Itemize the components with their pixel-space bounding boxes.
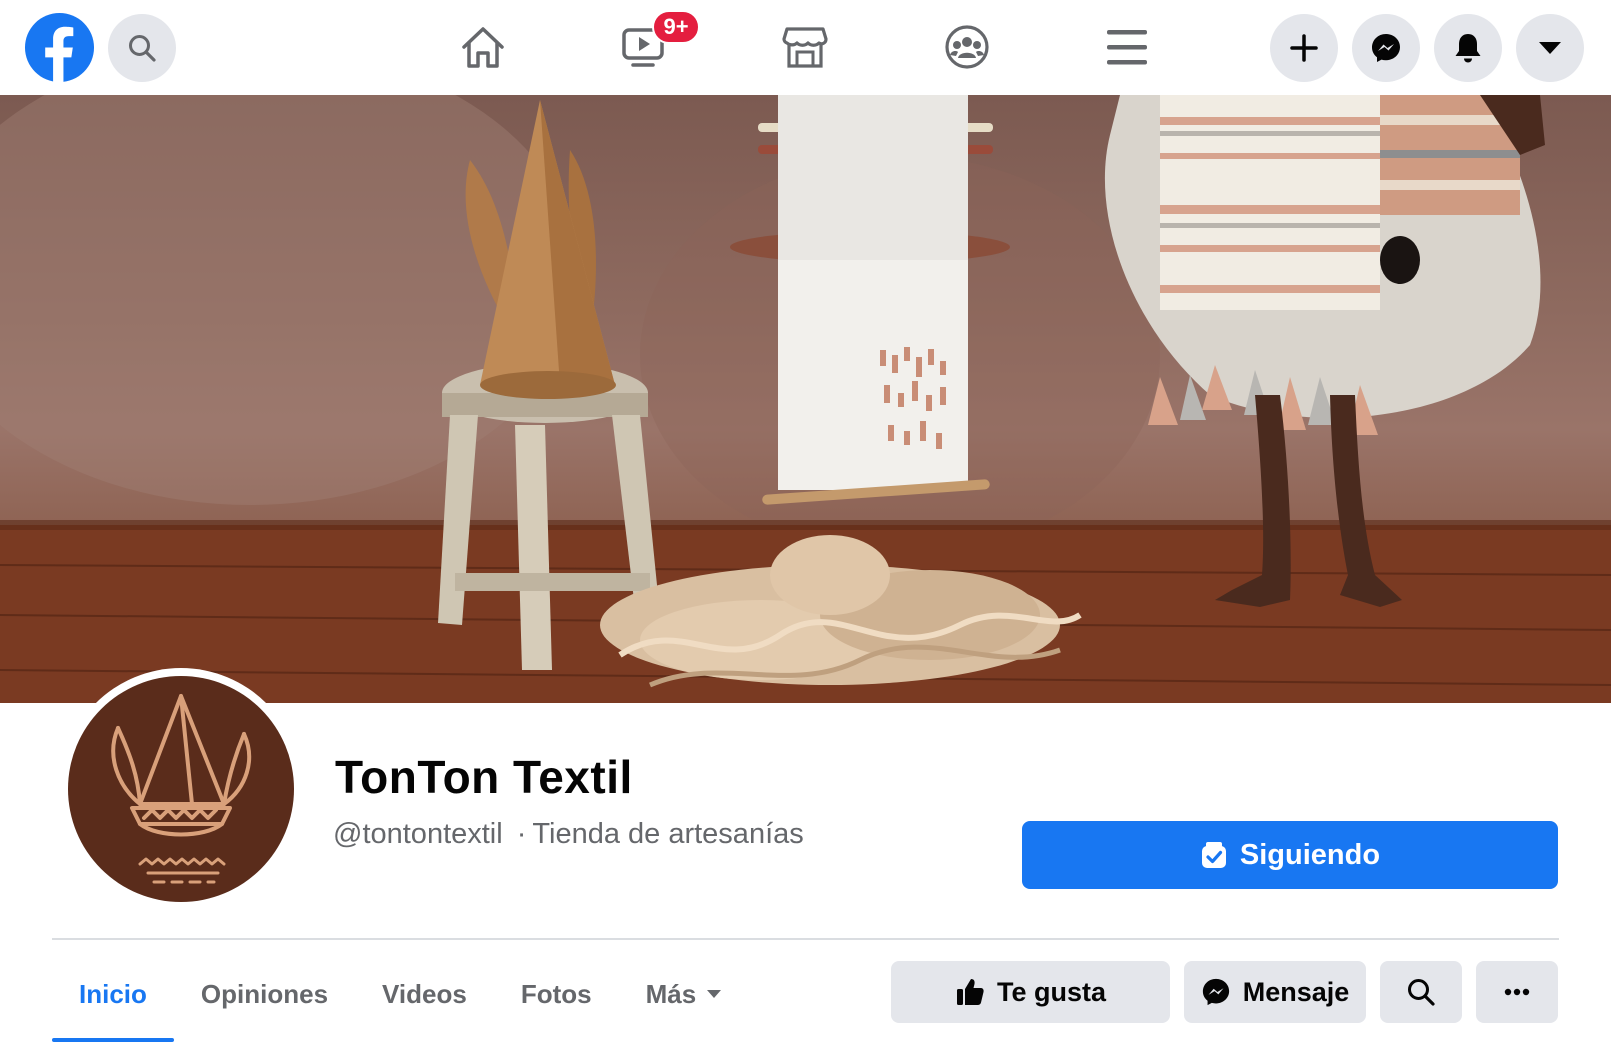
profile-picture bbox=[68, 676, 294, 902]
top-navigation-bar: 9+ bbox=[0, 0, 1611, 95]
section-divider bbox=[52, 938, 1559, 940]
page-search-button[interactable] bbox=[1380, 961, 1462, 1023]
home-icon bbox=[462, 27, 504, 68]
plus-icon bbox=[1290, 34, 1318, 62]
following-button[interactable]: Siguiendo bbox=[1022, 821, 1558, 889]
notification-badge: 9+ bbox=[652, 10, 700, 44]
tab-opiniones[interactable]: Opiniones bbox=[174, 960, 355, 1028]
bell-icon bbox=[1455, 34, 1481, 63]
search-icon bbox=[1408, 979, 1435, 1006]
messenger-icon bbox=[1372, 34, 1400, 62]
page-subtitle: @tontontextil · Tienda de artesanías bbox=[333, 818, 804, 851]
nav-menu[interactable] bbox=[1102, 22, 1152, 72]
page-title: TonTon Textil bbox=[335, 751, 633, 803]
tab-label: Más bbox=[645, 978, 697, 1009]
nav-home[interactable] bbox=[458, 22, 508, 72]
profile-picture-frame[interactable] bbox=[60, 668, 302, 910]
tab-label: Inicio bbox=[79, 978, 147, 1009]
facebook-logo[interactable] bbox=[24, 12, 95, 83]
more-options-button[interactable] bbox=[1476, 961, 1558, 1023]
tab-mas[interactable]: Más bbox=[619, 960, 750, 1028]
account-menu-button[interactable] bbox=[1516, 14, 1584, 82]
subtitle-separator: · bbox=[516, 818, 527, 850]
store-icon bbox=[782, 27, 828, 68]
more-dots-icon bbox=[1504, 988, 1530, 996]
caret-down-icon bbox=[1539, 42, 1561, 54]
tab-videos[interactable]: Videos bbox=[355, 960, 494, 1028]
page-category[interactable]: Tienda de artesanías bbox=[532, 818, 803, 850]
thumbs-up-icon bbox=[956, 979, 984, 1005]
nav-marketplace[interactable] bbox=[780, 22, 830, 72]
cover-photo[interactable] bbox=[0, 95, 1611, 703]
like-button[interactable]: Te gusta bbox=[891, 961, 1170, 1023]
following-check-icon bbox=[1201, 842, 1226, 868]
tab-label: Opiniones bbox=[200, 978, 329, 1009]
cover-photo-illustration bbox=[0, 95, 1611, 703]
tab-fotos[interactable]: Fotos bbox=[494, 960, 619, 1028]
tab-label: Fotos bbox=[520, 978, 592, 1009]
notifications-button[interactable] bbox=[1434, 14, 1502, 82]
caret-down-icon bbox=[707, 990, 722, 998]
message-button[interactable]: Mensaje bbox=[1184, 961, 1366, 1023]
messenger-button[interactable] bbox=[1352, 14, 1420, 82]
like-button-label: Te gusta bbox=[996, 976, 1106, 1007]
search-icon bbox=[129, 35, 156, 62]
groups-icon bbox=[945, 25, 989, 69]
tab-inicio[interactable]: Inicio bbox=[52, 960, 174, 1042]
create-button[interactable] bbox=[1270, 14, 1338, 82]
brand-logo-icon bbox=[111, 694, 252, 884]
following-button-label: Siguiendo bbox=[1239, 838, 1381, 871]
nav-groups[interactable] bbox=[942, 22, 992, 72]
messenger-icon bbox=[1202, 978, 1229, 1006]
hamburger-icon bbox=[1107, 30, 1147, 65]
page-tabs: Inicio Opiniones Videos Fotos Más bbox=[52, 960, 749, 1042]
message-button-label: Mensaje bbox=[1242, 976, 1350, 1007]
page-handle[interactable]: @tontontextil bbox=[333, 818, 503, 850]
search-button[interactable] bbox=[108, 14, 176, 82]
tab-label: Videos bbox=[382, 978, 467, 1009]
